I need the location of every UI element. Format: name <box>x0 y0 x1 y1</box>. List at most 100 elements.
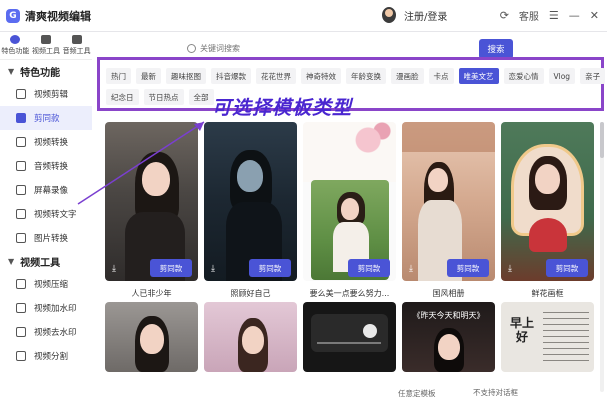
sidebar-item-label: 视频去水印 <box>34 328 77 338</box>
template-card[interactable] <box>303 302 396 372</box>
tag-beat-sync[interactable]: 卡点 <box>428 68 454 84</box>
portrait-face <box>341 198 359 220</box>
search-button[interactable]: 搜索 <box>479 39 513 59</box>
video-icon <box>41 35 51 44</box>
scrollbar-thumb[interactable] <box>600 122 604 158</box>
template-card[interactable]: 剪同款 <box>303 122 396 281</box>
sidebar-item-label: 剪同款 <box>34 114 60 124</box>
music-icon <box>16 161 26 171</box>
sidebar-item-video-compress[interactable]: 视频压缩 <box>0 272 92 296</box>
tag-anniversary[interactable]: 纪念日 <box>106 89 139 105</box>
sidebar-item-label: 视频加水印 <box>34 304 77 314</box>
image-icon <box>16 233 26 243</box>
card-title: 要么美一点要么努力... <box>309 289 390 298</box>
portrait-face <box>428 168 448 192</box>
tag-row-2: 纪念日 节日热点 全部 <box>106 89 214 105</box>
login-area[interactable]: 注册/登录 <box>382 7 447 23</box>
tag-magic-effects[interactable]: 神奇特效 <box>301 68 341 84</box>
tag-holiday[interactable]: 节日热点 <box>143 89 184 105</box>
chevron-down-icon: ▼ <box>8 66 15 76</box>
template-card[interactable]: ⤓ 剪同款 <box>501 122 594 281</box>
sidebar-item-label: 视频分割 <box>34 352 69 362</box>
group-video-tools[interactable]: ▼ 视频工具 <box>0 250 92 272</box>
scrollbar[interactable] <box>600 122 604 392</box>
card-title: 鲜花画框 <box>531 289 564 298</box>
tab-video-tools[interactable]: 视频工具 <box>31 32 62 59</box>
search-box <box>187 39 511 59</box>
window-controls: ⟳ 客服 ☰ — ✕ <box>500 8 599 23</box>
template-card[interactable]: 《昨天今天和明天》 <box>402 302 495 372</box>
footer-hint-2: 不支持对话框 <box>473 388 518 397</box>
sidebar-item-video-edit[interactable]: 视频剪辑 <box>0 82 92 106</box>
tag-fun-cutout[interactable]: 趣味抠图 <box>166 68 206 84</box>
avatar[interactable] <box>382 7 396 23</box>
card-caption: 《昨天今天和明天》 <box>412 311 485 320</box>
download-icon[interactable]: ⤓ <box>508 264 512 274</box>
use-template-button[interactable]: 剪同款 <box>150 259 192 277</box>
sidebar-item-video-split[interactable]: 视频分割 <box>0 344 92 368</box>
tag-age-change[interactable]: 年龄变换 <box>346 68 386 84</box>
sidebar-item-label: 视频转文字 <box>34 210 77 220</box>
use-template-button[interactable]: 剪同款 <box>447 259 489 277</box>
support-button[interactable]: 客服 <box>519 8 539 23</box>
chevron-down-icon: ▼ <box>8 256 15 266</box>
tag-parent-child[interactable]: 亲子 <box>580 68 606 84</box>
portrait-face <box>242 326 264 354</box>
tag-vlog[interactable]: Vlog <box>548 68 576 84</box>
calligraphy-lines <box>543 312 589 364</box>
eraser-icon <box>16 327 26 337</box>
progress-bar[interactable] <box>317 342 381 344</box>
sidebar-item-label: 屏幕录像 <box>34 186 69 196</box>
group-features[interactable]: ▼ 特色功能 <box>0 60 92 82</box>
use-template-button[interactable]: 剪同款 <box>249 259 291 277</box>
tag-love-mood[interactable]: 恋爱心情 <box>503 68 544 84</box>
tag-cartoon-face[interactable]: 漫画脸 <box>391 68 424 84</box>
use-template-button[interactable]: 剪同款 <box>348 259 390 277</box>
download-icon[interactable]: ⤓ <box>409 264 413 274</box>
close-icon[interactable]: ✕ <box>590 9 599 22</box>
pause-icon[interactable] <box>363 324 377 338</box>
tag-row-1: 热门 最新 趣味抠图 抖音爆款 花花世界 神奇特效 年龄变换 漫画脸 卡点 唯美… <box>106 68 606 84</box>
use-template-button[interactable]: 剪同款 <box>546 259 588 277</box>
portrait-face <box>140 324 164 354</box>
tag-flower-world[interactable]: 花花世界 <box>256 68 296 84</box>
download-icon[interactable]: ⤓ <box>112 264 116 274</box>
app-title: 清爽视频编辑 <box>25 9 91 23</box>
sidebar-item-add-watermark[interactable]: 视频加水印 <box>0 296 92 320</box>
tab-features[interactable]: 特色功能 <box>0 32 31 59</box>
download-icon[interactable]: ⤓ <box>211 264 215 274</box>
card-caption: 早上好 <box>509 316 534 344</box>
template-card[interactable] <box>105 302 198 372</box>
sidebar-item-label: 视频剪辑 <box>34 90 69 100</box>
tag-aesthetic[interactable]: 唯美文艺 <box>458 68 499 84</box>
sidebar-item-label: 视频压缩 <box>34 280 69 290</box>
tab-label: 特色功能 <box>1 47 30 55</box>
tag-hot[interactable]: 热门 <box>106 68 131 84</box>
sidebar-item-image-convert[interactable]: 图片转换 <box>0 226 92 250</box>
app-logo-icon: G <box>6 8 20 23</box>
footer-hint: 任意定模板 <box>398 389 436 398</box>
tag-latest[interactable]: 最新 <box>136 68 161 84</box>
annotation-label: 可选择模板类型 <box>212 97 353 119</box>
tag-all[interactable]: 全部 <box>188 89 214 105</box>
search-input[interactable] <box>200 44 490 53</box>
search-icon <box>187 44 196 53</box>
text-icon <box>16 209 26 219</box>
template-card[interactable] <box>204 302 297 372</box>
template-card[interactable]: ⤓ 剪同款 <box>402 122 495 281</box>
menu-icon[interactable]: ☰ <box>549 9 559 22</box>
card-title: 国风相册 <box>432 289 465 298</box>
tag-douyin-hits[interactable]: 抖音爆款 <box>211 68 251 84</box>
login-link[interactable]: 注册/登录 <box>404 8 447 23</box>
tab-audio-tools[interactable]: 音频工具 <box>61 32 92 59</box>
history-icon[interactable]: ⟳ <box>500 9 509 22</box>
compress-icon <box>16 279 26 289</box>
heart-decoration <box>529 218 567 252</box>
template-card[interactable]: 早上好 <box>501 302 594 372</box>
minimize-icon[interactable]: — <box>569 9 580 22</box>
card-title: 人已非少年 <box>131 289 172 298</box>
sidebar-item-remove-watermark[interactable]: 视频去水印 <box>0 320 92 344</box>
top-decoration <box>402 122 495 152</box>
sidebar-item-label: 图片转换 <box>34 234 69 244</box>
sidebar-item-label: 音频转换 <box>34 162 69 172</box>
